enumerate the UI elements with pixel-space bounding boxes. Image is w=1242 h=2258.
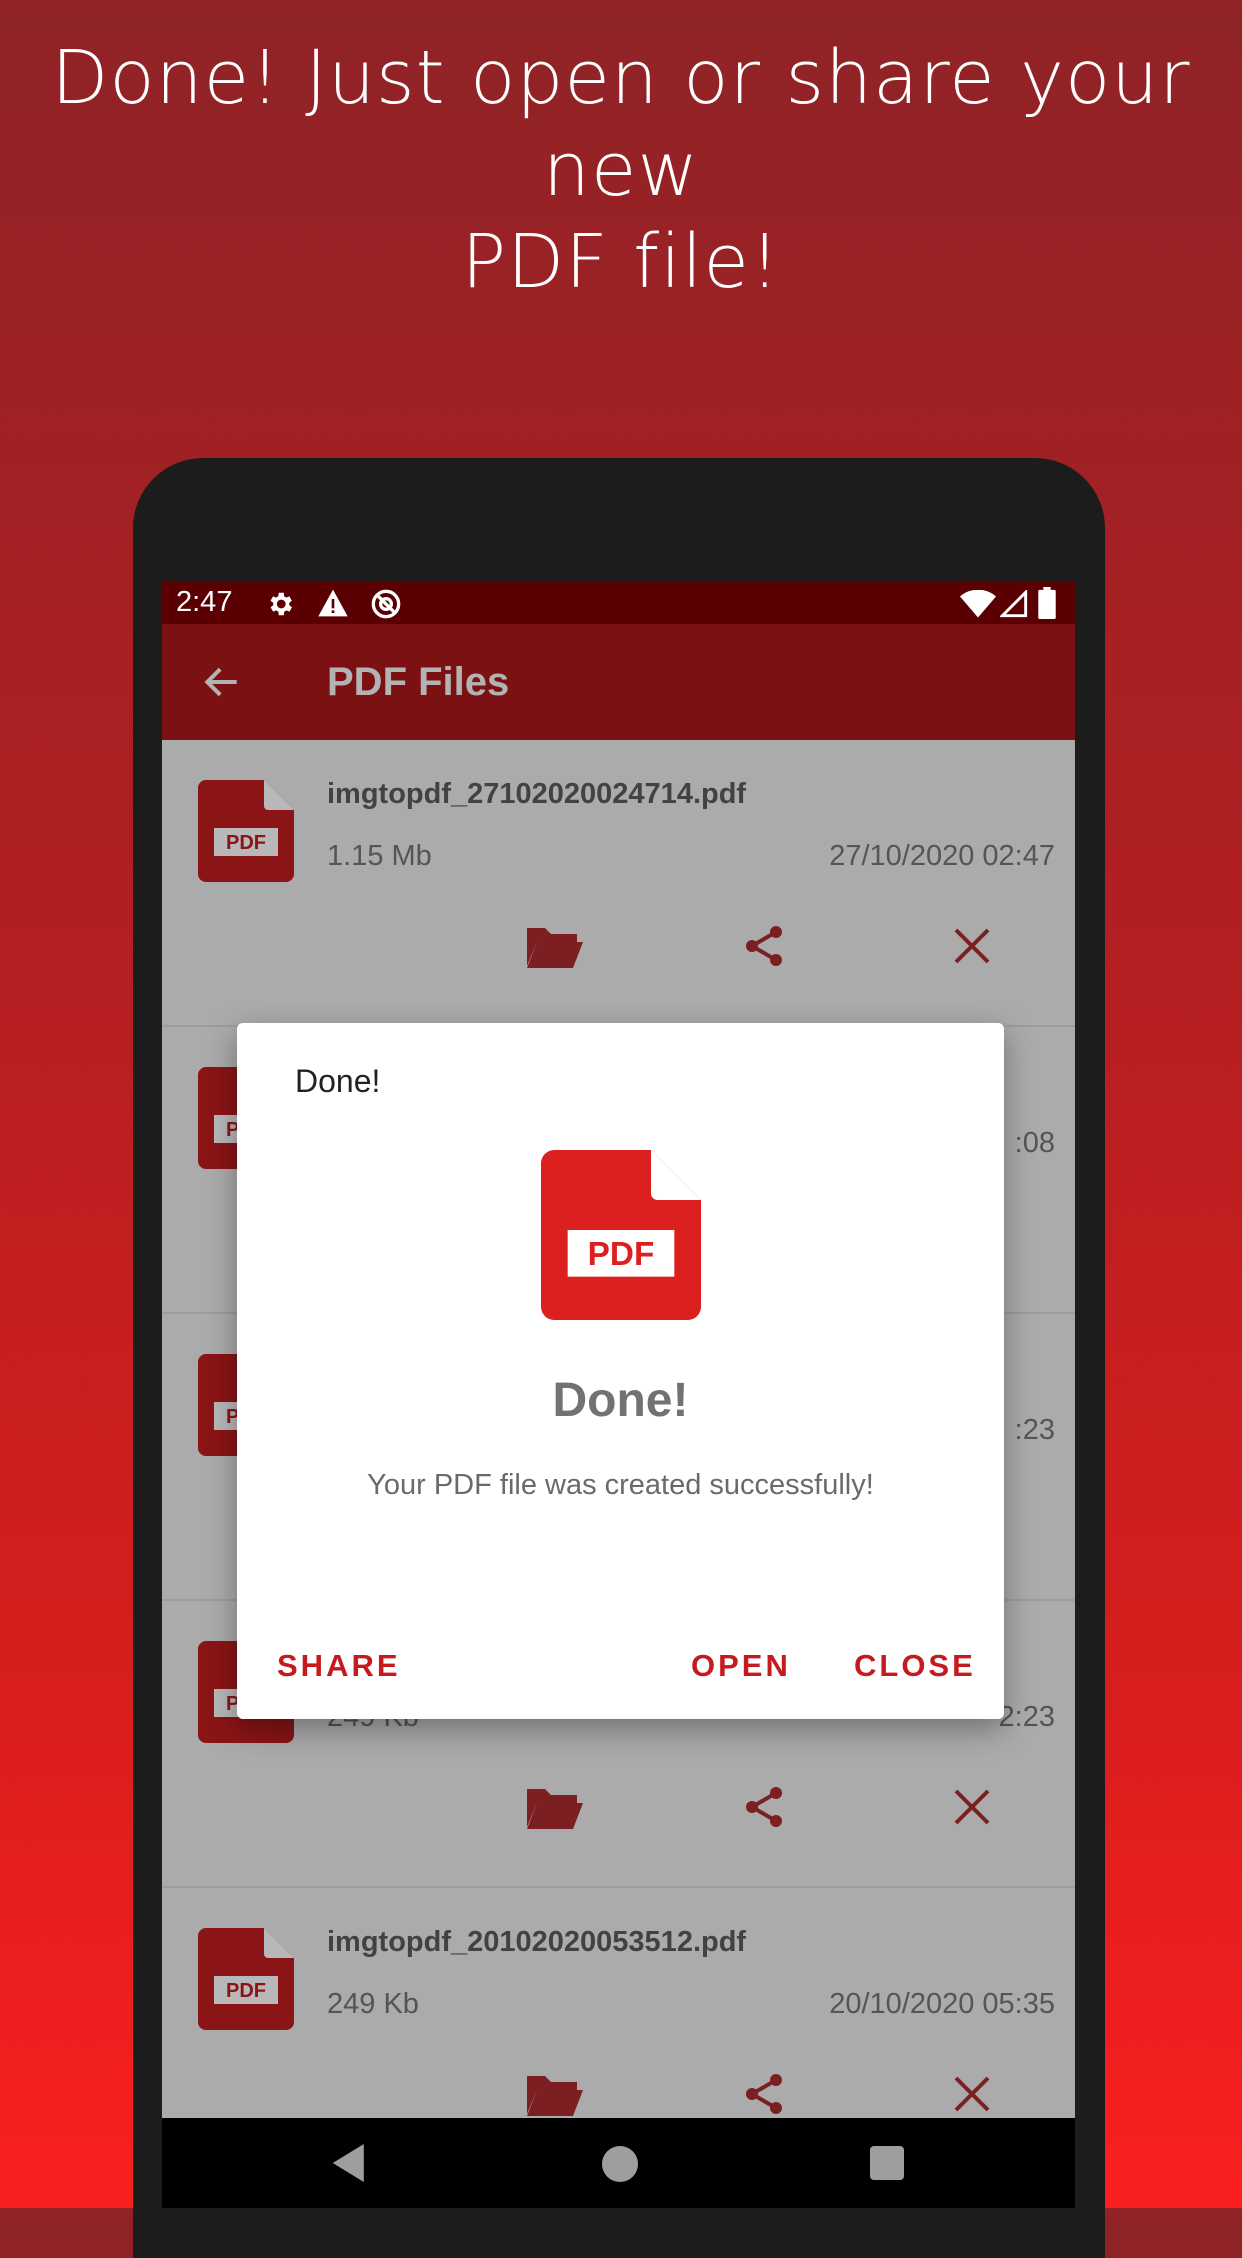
dialog-title: Done!: [295, 1063, 381, 1099]
promo-headline-line-2: PDF file!: [461, 219, 781, 305]
success-dialog: Done! PDF Done! Your PDF file was create…: [237, 1023, 1004, 1719]
nav-recents-icon[interactable]: [870, 2146, 904, 2180]
system-nav-bar: [162, 2118, 1075, 2208]
pdf-file-icon: PDF: [541, 1150, 701, 1320]
nav-home-icon[interactable]: [602, 2146, 638, 2182]
nav-back-icon[interactable]: [332, 2144, 368, 2182]
dialog-message: Your PDF file was created successfully!: [367, 1469, 874, 1501]
dialog-heading: Done!: [552, 1374, 689, 1427]
close-button[interactable]: CLOSE: [854, 1648, 976, 1684]
promo-headline: Done! Just open or share your new PDF fi…: [0, 32, 1242, 308]
open-button[interactable]: OPEN: [691, 1648, 791, 1684]
pdf-badge-text: PDF: [588, 1236, 655, 1273]
promo-headline-line-1: Done! Just open or share your new: [51, 35, 1191, 213]
share-button[interactable]: SHARE: [277, 1648, 401, 1684]
